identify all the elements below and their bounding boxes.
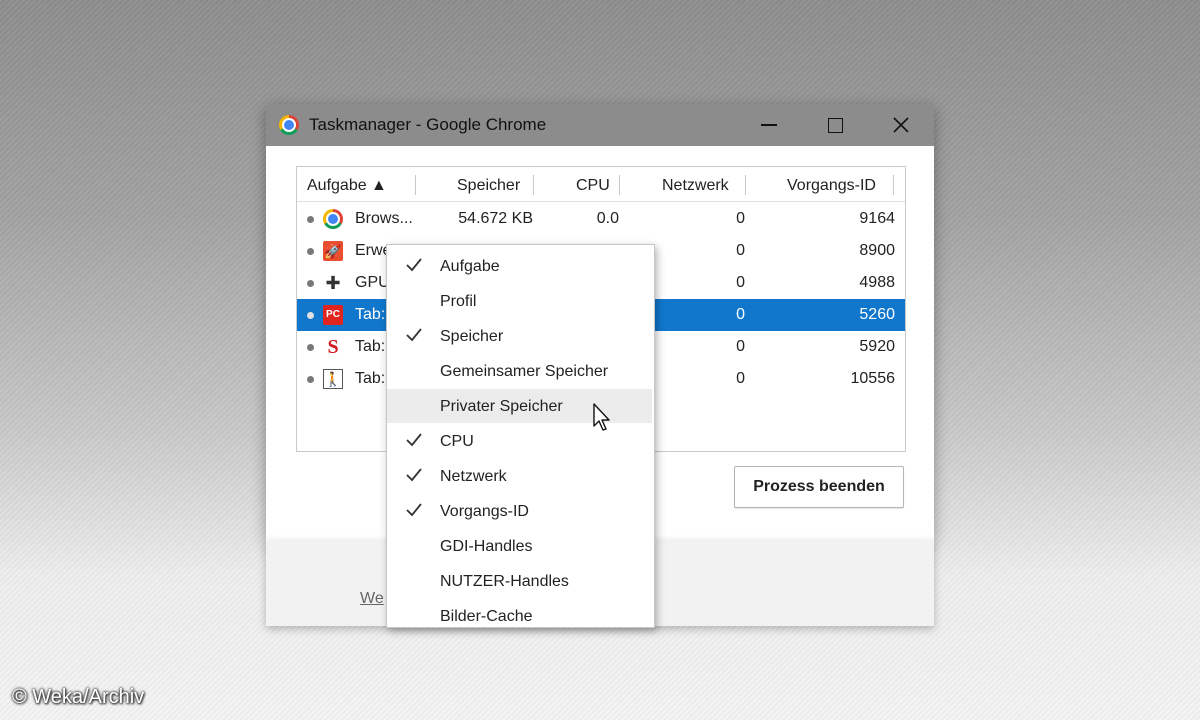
- menu-item-network[interactable]: Netzwerk: [387, 459, 652, 493]
- menu-item-user-handles[interactable]: NUTZER-Handles: [387, 564, 652, 598]
- menu-item-label: Netzwerk: [440, 468, 507, 485]
- menu-item-cpu[interactable]: CPU: [387, 424, 652, 458]
- column-context-menu: Aufgabe Profil Speicher Gemeinsamer Spei…: [386, 244, 655, 628]
- status-dot: [307, 312, 314, 319]
- chrome-icon: [323, 209, 343, 229]
- menu-item-task[interactable]: Aufgabe: [387, 249, 652, 283]
- process-id-value: 9164: [859, 210, 895, 227]
- table-header: Aufgabe ▲ Speicher CPU Netzwerk Vorgangs…: [297, 167, 905, 202]
- menu-item-label: GDI-Handles: [440, 538, 533, 555]
- menu-item-label: Gemeinsamer Speicher: [440, 363, 609, 380]
- checkmark-icon: [406, 328, 422, 342]
- chrome-logo-icon: [279, 115, 299, 135]
- menu-item-label: NUTZER-Handles: [440, 573, 569, 590]
- menu-item-gdi-handles[interactable]: GDI-Handles: [387, 529, 652, 563]
- task-name: Brows...: [355, 210, 413, 227]
- menu-item-label: Privater Speicher: [440, 398, 563, 415]
- menu-item-image-cache[interactable]: Bilder-Cache: [387, 599, 652, 627]
- process-id-value: 10556: [850, 370, 896, 387]
- checkmark-icon: [406, 503, 422, 517]
- partial-link[interactable]: We: [360, 590, 384, 608]
- column-header-process-id[interactable]: Vorgangs-ID: [787, 167, 876, 201]
- menu-item-label: CPU: [440, 433, 474, 450]
- network-value: 0: [736, 306, 745, 323]
- checkmark-icon: [406, 433, 422, 447]
- copyright-watermark: © Weka/Archiv: [12, 686, 145, 708]
- close-icon: [893, 117, 909, 133]
- menu-item-label: Vorgangs-ID: [440, 503, 529, 520]
- window-title: Taskmanager - Google Chrome: [309, 115, 547, 134]
- column-divider[interactable]: [415, 175, 416, 195]
- network-value: 0: [736, 370, 745, 387]
- memory-value: 54.672 KB: [458, 210, 533, 227]
- process-id-value: 5920: [859, 338, 895, 355]
- checkmark-icon: [406, 258, 422, 272]
- hiker-icon: 🚶: [323, 369, 343, 389]
- column-header-memory[interactable]: Speicher: [457, 167, 520, 201]
- process-id-value: 8900: [859, 242, 895, 259]
- process-id-value: 4988: [859, 274, 895, 291]
- column-header-network[interactable]: Netzwerk: [662, 167, 729, 201]
- end-process-button[interactable]: Prozess beenden: [734, 466, 904, 508]
- status-dot: [307, 376, 314, 383]
- status-dot: [307, 280, 314, 287]
- column-header-task[interactable]: Aufgabe ▲: [307, 167, 387, 201]
- column-header-cpu[interactable]: CPU: [576, 167, 610, 201]
- column-divider[interactable]: [745, 175, 746, 195]
- minimize-icon: [761, 124, 777, 126]
- menu-item-process-id[interactable]: Vorgangs-ID: [387, 494, 652, 528]
- puzzle-piece-icon: ✚: [325, 273, 341, 293]
- menu-item-shared-memory[interactable]: Gemeinsamer Speicher: [387, 354, 652, 388]
- menu-item-private-memory[interactable]: Privater Speicher: [387, 389, 652, 423]
- close-button[interactable]: [878, 104, 924, 146]
- checkmark-icon: [406, 468, 422, 482]
- network-value: 0: [736, 338, 745, 355]
- status-dot: [307, 216, 314, 223]
- rocket-extension-icon: 🚀: [323, 241, 343, 261]
- maximize-icon: [827, 117, 843, 133]
- stanford-s-icon: S: [327, 336, 339, 358]
- title-bar[interactable]: Taskmanager - Google Chrome: [266, 104, 934, 146]
- cpu-value: 0.0: [596, 210, 619, 227]
- table-row[interactable]: Brows... 54.672 KB 0.0 0 9164: [297, 203, 905, 235]
- status-dot: [307, 344, 314, 351]
- column-divider[interactable]: [619, 175, 620, 195]
- network-value: 0: [736, 242, 745, 259]
- network-value: 0: [736, 274, 745, 291]
- mouse-cursor-icon: [593, 403, 610, 431]
- column-divider[interactable]: [893, 175, 894, 195]
- minimize-button[interactable]: [746, 104, 792, 146]
- menu-item-label: Speicher: [440, 328, 504, 345]
- process-id-value: 5260: [859, 306, 895, 323]
- network-value: 0: [736, 210, 745, 227]
- menu-item-label: Profil: [440, 293, 477, 310]
- menu-item-profile[interactable]: Profil: [387, 284, 652, 318]
- maximize-button[interactable]: [812, 104, 858, 146]
- menu-item-label: Bilder-Cache: [440, 608, 533, 625]
- menu-item-memory[interactable]: Speicher: [387, 319, 652, 353]
- menu-item-label: Aufgabe: [440, 258, 500, 275]
- status-dot: [307, 248, 314, 255]
- column-divider[interactable]: [533, 175, 534, 195]
- pc-magazine-icon: PC: [323, 305, 343, 325]
